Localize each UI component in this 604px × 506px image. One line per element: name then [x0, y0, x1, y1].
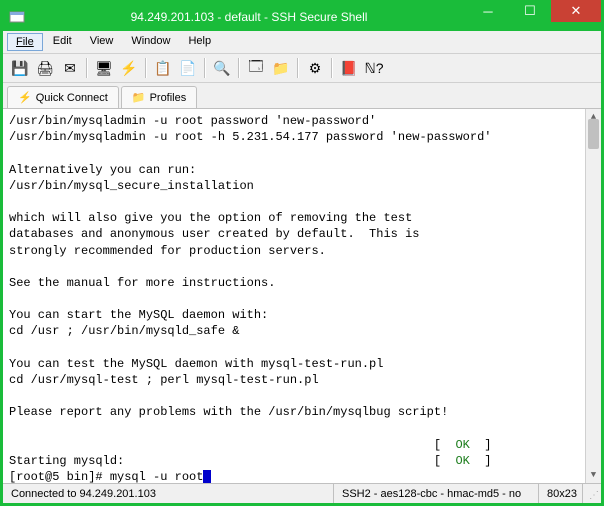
- new-terminal-icon[interactable]: 🗔: [245, 57, 267, 79]
- tab-label: Quick Connect: [36, 92, 108, 104]
- menubar: File Edit View Window Help: [3, 31, 601, 54]
- separator: [145, 58, 147, 78]
- tab-label: Profiles: [150, 92, 187, 104]
- menu-window[interactable]: Window: [123, 33, 178, 51]
- status-ok: OK: [455, 454, 469, 468]
- menu-edit[interactable]: Edit: [45, 33, 80, 51]
- tab-profiles[interactable]: 📁 Profiles: [121, 86, 197, 108]
- paste-icon[interactable]: 📄: [177, 57, 199, 79]
- toolbar: 💾 🖨 ✉ 🖥 ⚡ 📋 📄 🔍 🗔 📁 ⚙ 📕 ℕ?: [3, 54, 601, 83]
- close-button[interactable]: ✕: [551, 0, 601, 22]
- window-controls: ─ ☐ ✕: [467, 3, 601, 31]
- status-cipher: SSH2 - aes128-cbc - hmac-md5 - no: [334, 484, 539, 503]
- print-icon[interactable]: 🖨: [34, 57, 56, 79]
- separator: [331, 58, 333, 78]
- terminal-cursor: [203, 470, 211, 483]
- status-ok: OK: [455, 438, 469, 452]
- separator: [86, 58, 88, 78]
- separator: [297, 58, 299, 78]
- folder-icon: 📁: [132, 91, 146, 104]
- save-icon[interactable]: 💾: [9, 57, 31, 79]
- lightning-icon: ⚡: [18, 91, 32, 104]
- statusbar: Connected to 94.249.201.103 SSH2 - aes12…: [3, 483, 601, 503]
- maximize-button[interactable]: ☐: [509, 0, 551, 22]
- find-icon[interactable]: 🔍: [211, 57, 233, 79]
- terminal-output[interactable]: /usr/bin/mysqladmin -u root password 'ne…: [3, 109, 601, 483]
- disconnect-icon[interactable]: ⚡: [118, 57, 140, 79]
- status-connection: Connected to 94.249.201.103: [3, 484, 334, 503]
- scrollbar[interactable]: ▲ ▼: [585, 109, 601, 483]
- ssh-window: 94.249.201.103 - default - SSH Secure Sh…: [0, 0, 604, 506]
- copy-icon[interactable]: 📋: [152, 57, 174, 79]
- settings-icon[interactable]: ⚙: [304, 57, 326, 79]
- scroll-down-icon[interactable]: ▼: [586, 467, 601, 483]
- connect-icon[interactable]: 🖥: [93, 57, 115, 79]
- file-transfer-icon[interactable]: 📁: [270, 57, 292, 79]
- separator: [238, 58, 240, 78]
- titlebar[interactable]: 94.249.201.103 - default - SSH Secure Sh…: [3, 3, 601, 31]
- tabbar: ⚡ Quick Connect 📁 Profiles: [3, 83, 601, 109]
- window-title: 94.249.201.103 - default - SSH Secure Sh…: [31, 10, 467, 24]
- context-help-icon[interactable]: ℕ?: [363, 57, 385, 79]
- tab-quick-connect[interactable]: ⚡ Quick Connect: [7, 86, 119, 108]
- status-size: 80x23: [539, 484, 583, 503]
- menu-view[interactable]: View: [82, 33, 122, 51]
- menu-help[interactable]: Help: [180, 33, 219, 51]
- scroll-thumb[interactable]: [588, 119, 599, 149]
- minimize-button[interactable]: ─: [467, 0, 509, 22]
- help-book-icon[interactable]: 📕: [338, 57, 360, 79]
- app-icon: [9, 9, 25, 25]
- mail-icon[interactable]: ✉: [59, 57, 81, 79]
- separator: [204, 58, 206, 78]
- resize-grip[interactable]: ⋰: [583, 484, 601, 503]
- menu-file[interactable]: File: [7, 33, 43, 51]
